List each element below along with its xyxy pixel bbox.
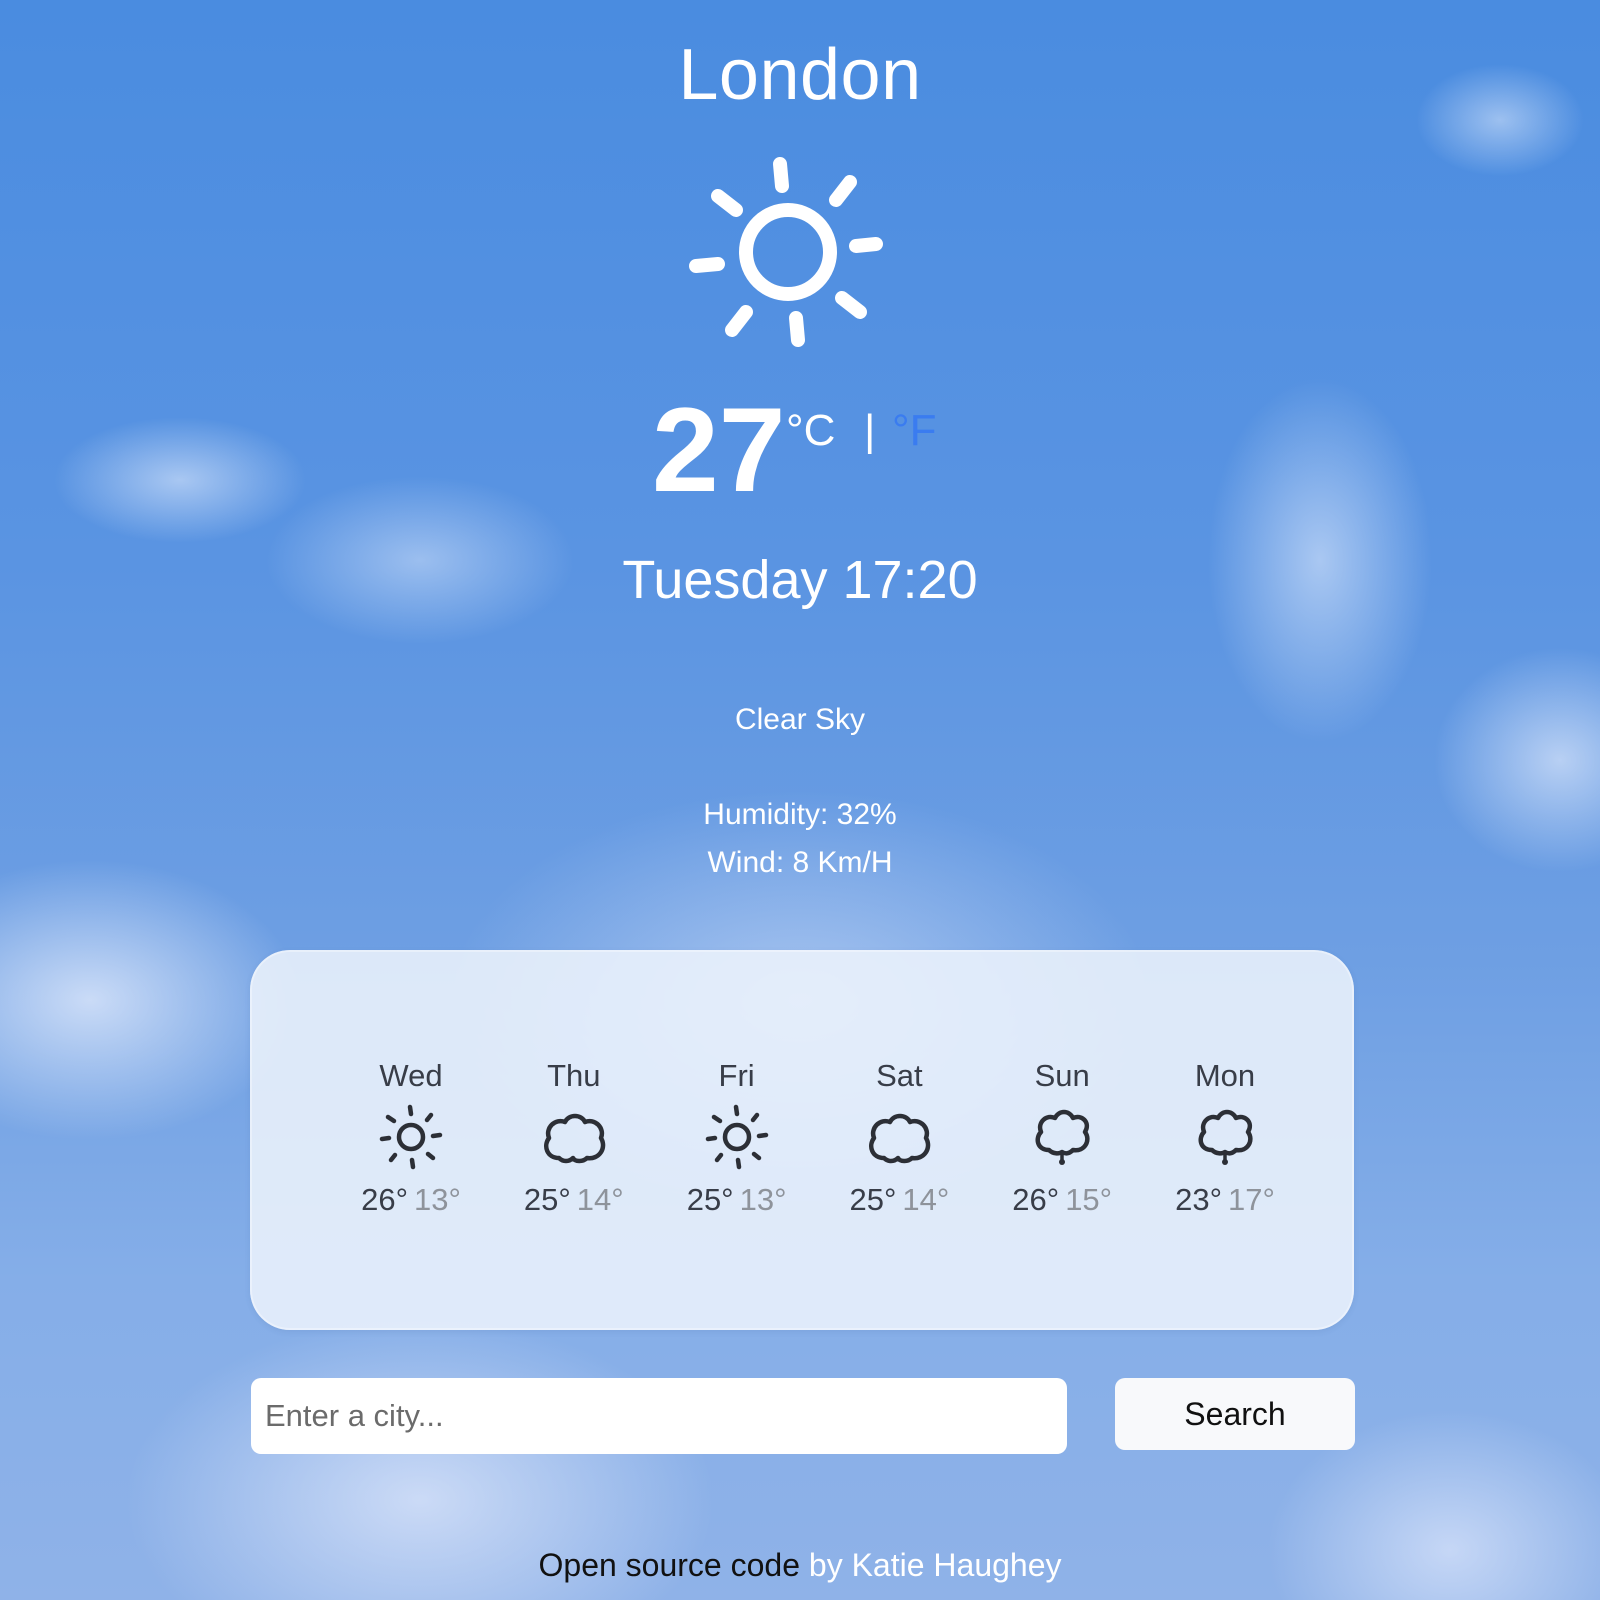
sun-icon (379, 1104, 443, 1170)
cloud-icon (869, 1113, 931, 1164)
forecast-temps: 25° 13° (672, 1182, 802, 1218)
forecast-day-name: Wed (379, 1058, 443, 1093)
forecast-day-name: Thu (547, 1058, 601, 1093)
forecast-day-name: Sun (1034, 1058, 1090, 1093)
forecast-max-temp: 26° (361, 1182, 408, 1217)
forecast-row: Wed 26° 13° Thu 25° 14° Fri 25° 13° Sat … (346, 1058, 1290, 1218)
cloud-drizzle-icon (1198, 1109, 1253, 1165)
footer: Open source code by Katie Haughey (0, 1545, 1600, 1585)
forecast-min-temp: 13° (414, 1182, 461, 1217)
forecast-max-temp: 26° (1012, 1182, 1060, 1217)
forecast-max-temp: 25° (849, 1182, 897, 1217)
temperature-value: 27 (652, 383, 786, 517)
forecast-day: Thu 25° 14° (509, 1058, 639, 1218)
sun-icon (689, 157, 883, 347)
unit-separator: | (864, 406, 876, 455)
forecast-temps: 23° 17° (1160, 1182, 1290, 1218)
forecast-min-temp: 13° (739, 1182, 787, 1217)
weather-app: London 27 °C | °F Tuesday 17:20 Clear Sk… (0, 0, 1600, 1600)
sun-icon (705, 1104, 768, 1170)
forecast-temps: 26° 15° (997, 1182, 1127, 1218)
forecast-temps: 26° 13° (346, 1182, 476, 1218)
search-button[interactable]: Search (1115, 1378, 1355, 1450)
city-name: London (678, 35, 922, 115)
forecast-day-name: Sat (876, 1058, 923, 1093)
forecast-day: Wed 26° 13° (346, 1058, 476, 1218)
cloud-drizzle-icon (1035, 1109, 1090, 1165)
temperature-row: 27 °C | °F (0, 383, 1600, 517)
forecast-max-temp: 23° (1175, 1182, 1222, 1217)
forecast-temps: 25° 14° (834, 1182, 964, 1218)
humidity-readout: Humidity: 32% (703, 798, 897, 831)
forecast-day: Fri 25° 13° (672, 1058, 802, 1218)
fahrenheit-toggle[interactable]: °F (892, 409, 936, 453)
forecast-day: Sun 26° 15° (997, 1058, 1127, 1218)
forecast-min-temp: 14° (576, 1182, 624, 1217)
forecast-day-name: Fri (718, 1058, 755, 1093)
city-search-input[interactable] (251, 1378, 1067, 1454)
forecast-day: Sat 25° 14° (834, 1058, 964, 1218)
forecast-day-name: Mon (1194, 1058, 1256, 1093)
forecast-min-temp: 14° (902, 1182, 950, 1217)
forecast-min-temp: 15° (1065, 1182, 1113, 1217)
forecast-max-temp: 25° (523, 1182, 571, 1217)
forecast-temps: 25° 14° (509, 1182, 639, 1218)
forecast-min-temp: 17° (1227, 1182, 1275, 1217)
forecast-max-temp: 25° (686, 1182, 734, 1217)
wind-readout: Wind: 8 Km/H (707, 846, 893, 879)
cloud-icon (543, 1113, 606, 1164)
forecast-card: Wed 26° 13° Thu 25° 14° Fri 25° 13° Sat … (250, 950, 1354, 1330)
open-source-link[interactable]: Open source code (539, 1547, 801, 1583)
weather-description: Clear Sky (734, 703, 866, 736)
current-datetime: Tuesday 17:20 (622, 550, 978, 610)
author-credit: by Katie Haughey (808, 1547, 1062, 1583)
celsius-toggle[interactable]: °C (786, 409, 835, 453)
forecast-day: Mon 23° 17° (1160, 1058, 1290, 1218)
